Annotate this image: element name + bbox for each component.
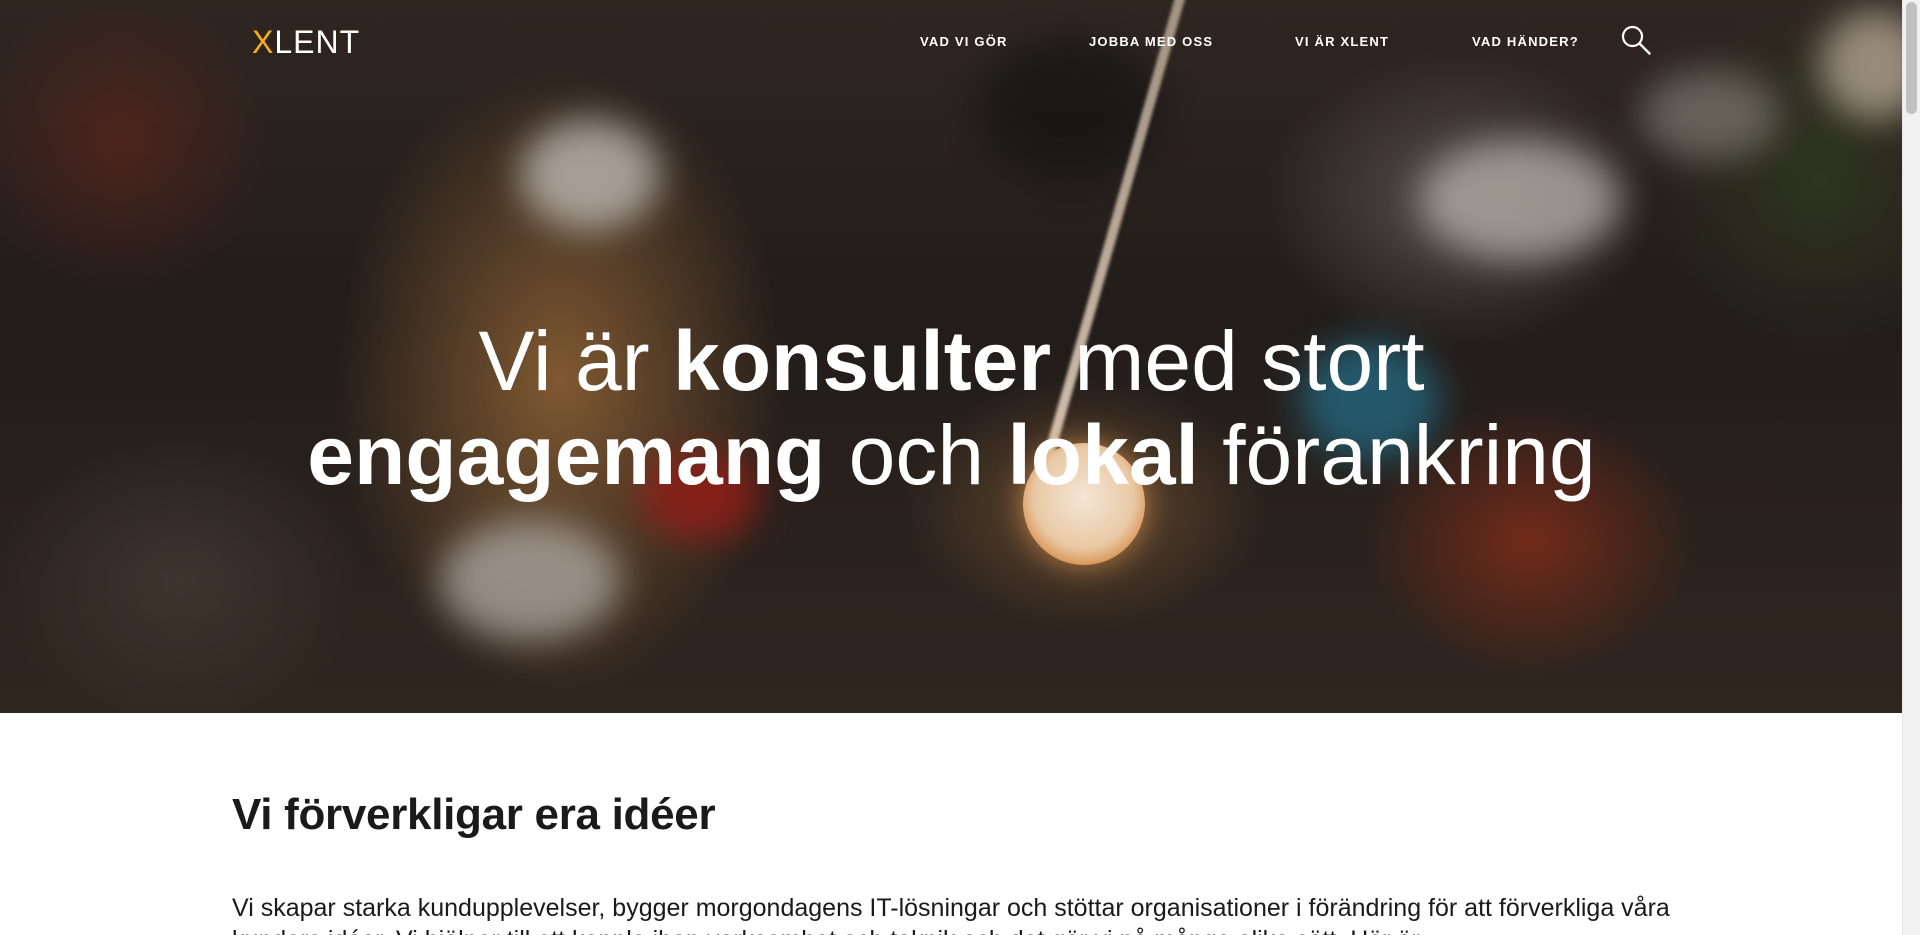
headline-line-1: Vi är konsulter med stort [478, 314, 1424, 408]
nav-item-vi-ar-xlent[interactable]: VI ÄR XLENT [1295, 34, 1389, 49]
headline-text: och [825, 408, 1008, 503]
hero-blur-plate [520, 120, 660, 230]
page-scrollbar[interactable] [1902, 0, 1920, 935]
headline-bold-text: engagemang [307, 408, 826, 503]
hero-headline: Vi är konsulter med stort engagemang och… [0, 314, 1903, 502]
search-icon[interactable] [1620, 24, 1652, 56]
nav-item-jobba-med-oss[interactable]: JOBBA MED OSS [1089, 34, 1213, 49]
logo-wordmark: LENT [274, 24, 361, 60]
headline-text: förankring [1198, 408, 1596, 503]
scrollbar-thumb[interactable] [1906, 2, 1917, 114]
headline-text: Vi är [478, 314, 673, 409]
headline-bold-text: lokal [1007, 408, 1199, 503]
headline-line-2: engagemang och lokal förankring [307, 408, 1596, 502]
section-body: Vi skapar starka kundupplevelser, bygger… [232, 894, 1670, 935]
xlent-logo[interactable]: XLENT [252, 24, 360, 61]
headline-text: med stort [1051, 314, 1425, 409]
hero-blur-person [1420, 140, 1620, 260]
intro-section: Vi förverkligar era idéer Vi skapar star… [232, 790, 1672, 935]
page: XLENT VAD VI GÖR JOBBA MED OSS VI ÄR XLE… [0, 0, 1920, 935]
hero-blur-lampshade-right [1820, 10, 1903, 120]
section-title: Vi förverkligar era idéer [232, 790, 716, 839]
hero-blur-laptop [440, 520, 620, 640]
nav-item-vad-hander[interactable]: VAD HÄNDER? [1472, 34, 1579, 49]
hero-blur-table [1640, 70, 1780, 160]
nav-item-vad-vi-gor[interactable]: VAD VI GÖR [920, 34, 1008, 49]
headline-bold-text: konsulter [673, 314, 1052, 409]
logo-accent-letter: X [252, 24, 275, 60]
